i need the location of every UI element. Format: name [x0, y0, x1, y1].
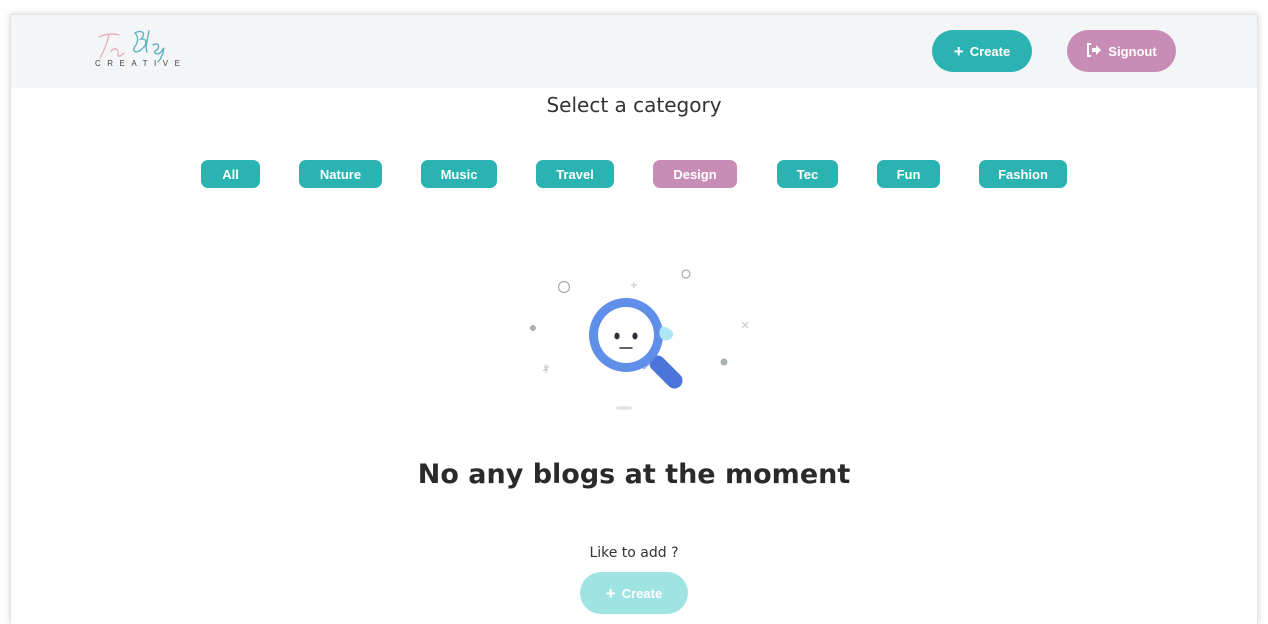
- empty-state-prompt: Like to add ?: [589, 545, 679, 561]
- app-window: CREATIVE + Create Signout Select a categ…: [10, 14, 1258, 624]
- empty-state-create-label: Create: [621, 585, 663, 601]
- logo-subtitle: CREATIVE: [95, 59, 187, 68]
- category-fun[interactable]: Fun: [877, 160, 940, 188]
- empty-state-create-button[interactable]: + Create: [580, 572, 688, 614]
- logo[interactable]: CREATIVE: [91, 25, 201, 77]
- category-fashion[interactable]: Fashion: [979, 160, 1067, 188]
- plus-icon: +: [605, 583, 616, 603]
- empty-state-message: No any blogs at the moment: [417, 459, 851, 490]
- category-all[interactable]: All: [201, 160, 260, 188]
- category-music[interactable]: Music: [421, 160, 497, 188]
- create-button[interactable]: + Create: [932, 30, 1032, 72]
- category-nature[interactable]: Nature: [299, 160, 382, 188]
- signout-button-label: Signout: [1108, 43, 1157, 59]
- category-travel[interactable]: Travel: [536, 160, 614, 188]
- category-tec[interactable]: Tec: [777, 160, 838, 188]
- signout-button[interactable]: Signout: [1067, 30, 1176, 72]
- page-title: Select a category: [546, 93, 722, 117]
- magnifier-sad-face-icon: [516, 260, 766, 420]
- navbar: CREATIVE + Create Signout: [11, 15, 1257, 88]
- category-design[interactable]: Design: [653, 160, 737, 188]
- signout-icon: [1086, 42, 1102, 60]
- create-button-label: Create: [969, 43, 1011, 59]
- plus-icon: +: [953, 41, 964, 61]
